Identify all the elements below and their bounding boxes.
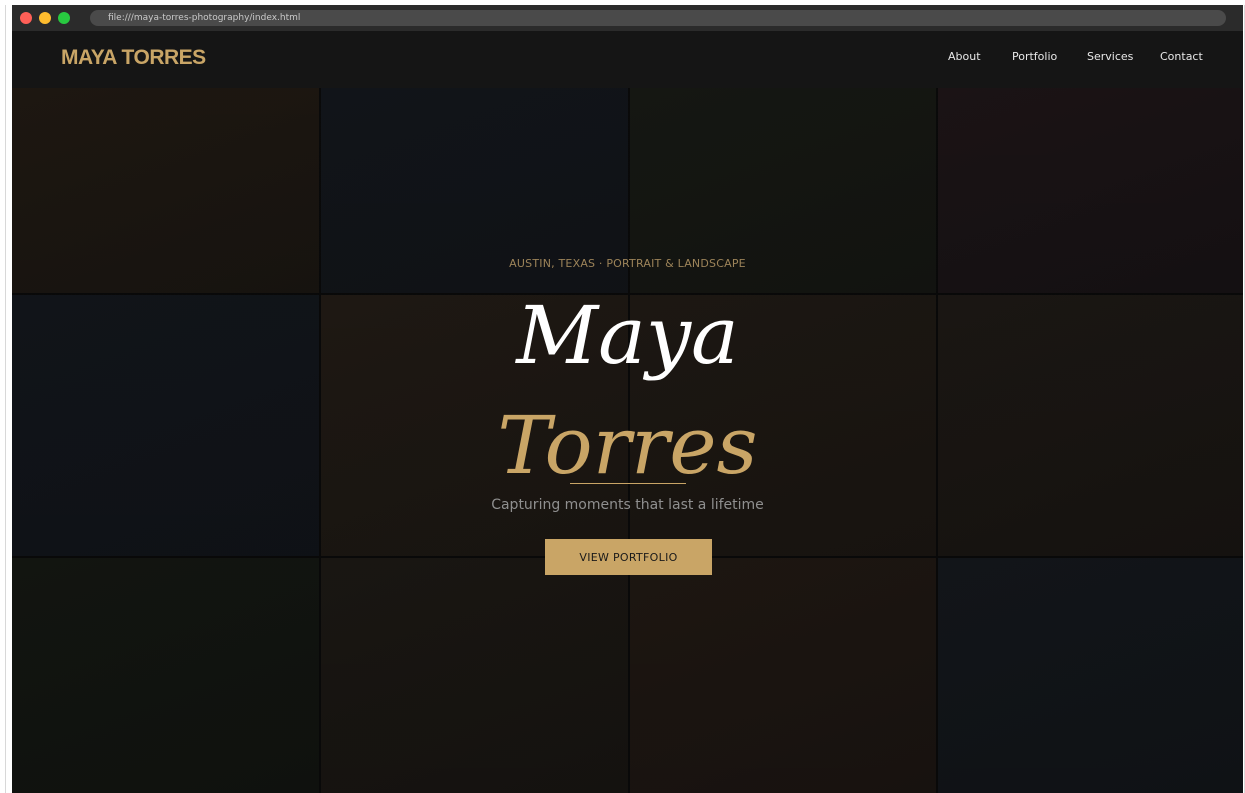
nav-link-portfolio[interactable]: Portfolio <box>1012 50 1057 64</box>
nav-link-about[interactable]: About <box>948 50 981 64</box>
minimize-window-button[interactable] <box>39 12 51 24</box>
browser-window: file:///maya-torres-photography/index.ht… <box>12 5 1243 793</box>
hero-content: AUSTIN, TEXAS · PORTRAIT & LANDSCAPE May… <box>12 88 1243 793</box>
title-underline <box>570 483 686 484</box>
hero-name-last: Torres <box>497 399 758 492</box>
hero-tagline: Capturing moments that last a lifetime <box>491 497 764 513</box>
maximize-window-button[interactable] <box>58 12 70 24</box>
address-text: file:///maya-torres-photography/index.ht… <box>108 13 301 23</box>
site-nav: MAYA TORRES About Portfolio Services Con… <box>12 31 1243 88</box>
address-bar[interactable]: file:///maya-torres-photography/index.ht… <box>90 10 1226 26</box>
hero-section: AUSTIN, TEXAS · PORTRAIT & LANDSCAPE May… <box>12 88 1243 793</box>
browser-chrome: file:///maya-torres-photography/index.ht… <box>12 5 1243 31</box>
hero-eyebrow: AUSTIN, TEXAS · PORTRAIT & LANDSCAPE <box>509 257 746 270</box>
view-portfolio-button[interactable]: VIEW PORTFOLIO <box>545 539 712 575</box>
nav-link-contact[interactable]: Contact <box>1160 50 1203 64</box>
close-window-button[interactable] <box>20 12 32 24</box>
hero-name-first: Maya <box>516 289 739 382</box>
nav-link-services[interactable]: Services <box>1087 50 1133 64</box>
site-logo[interactable]: MAYA TORRES <box>61 45 206 71</box>
window-border <box>5 5 6 793</box>
